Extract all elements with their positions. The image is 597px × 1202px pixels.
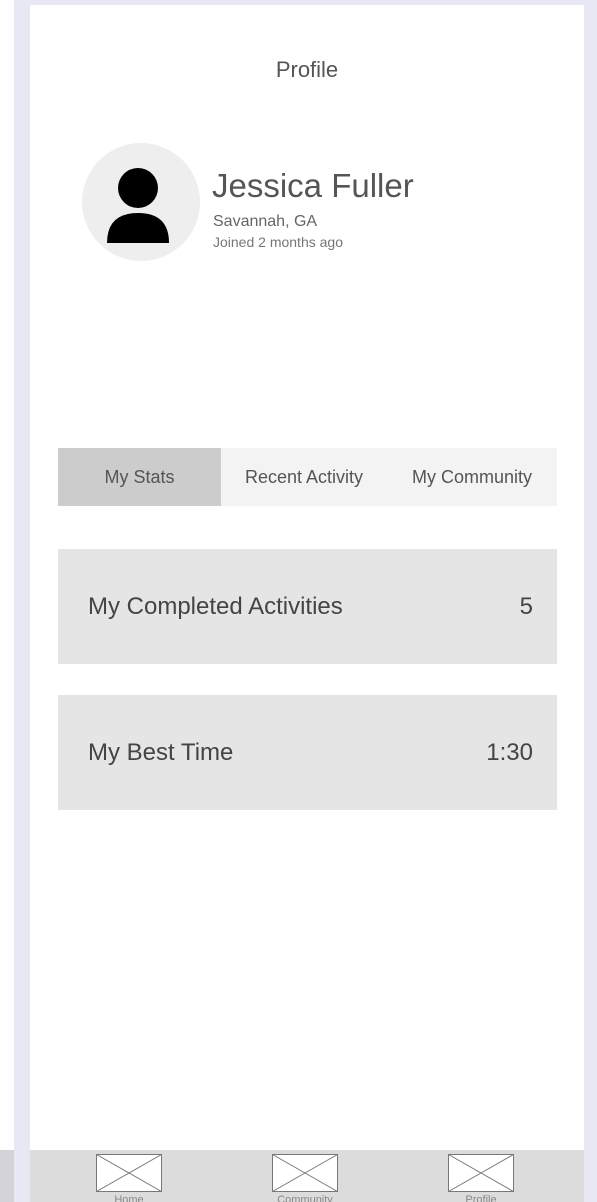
page-title: Profile	[275, 57, 339, 82]
stat-value: 1:30	[486, 738, 533, 766]
tab-my-stats[interactable]: My Stats	[58, 448, 221, 506]
profile-tabs: My Stats Recent Activity My Community	[58, 448, 557, 506]
nav-label: Community	[277, 1194, 333, 1202]
user-silhouette-icon	[107, 168, 169, 243]
stat-label: My Best Time	[88, 738, 234, 766]
profile-location: Savannah, GA	[213, 213, 318, 230]
phone-screen: Profile Jessica Fuller Savannah, GA Join…	[30, 5, 584, 1202]
stat-card-best-time: My Best Time 1:30	[58, 695, 557, 810]
nav-item-home[interactable]: Home	[89, 1154, 169, 1202]
nav-item-community[interactable]: Community	[265, 1154, 345, 1202]
nav-label: Home	[114, 1194, 144, 1202]
profile-name: Jessica Fuller	[212, 167, 414, 204]
background-panel	[0, 0, 14, 1150]
stat-card-completed-activities: My Completed Activities 5	[58, 549, 557, 664]
image-placeholder-icon	[272, 1154, 338, 1192]
profile-joined: Joined 2 months ago	[213, 234, 343, 250]
avatar	[82, 143, 200, 261]
nav-item-profile[interactable]: Profile	[441, 1154, 521, 1202]
stat-value: 5	[519, 592, 533, 620]
tab-my-community[interactable]: My Community	[387, 448, 557, 506]
tab-recent-activity[interactable]: Recent Activity	[221, 448, 387, 506]
image-placeholder-icon	[448, 1154, 514, 1192]
nav-label: Profile	[465, 1194, 497, 1202]
stat-label: My Completed Activities	[88, 592, 343, 620]
bottom-nav: Home Community Profile	[30, 1150, 584, 1202]
background-panel-footer	[0, 1150, 14, 1202]
image-placeholder-icon	[96, 1154, 162, 1192]
